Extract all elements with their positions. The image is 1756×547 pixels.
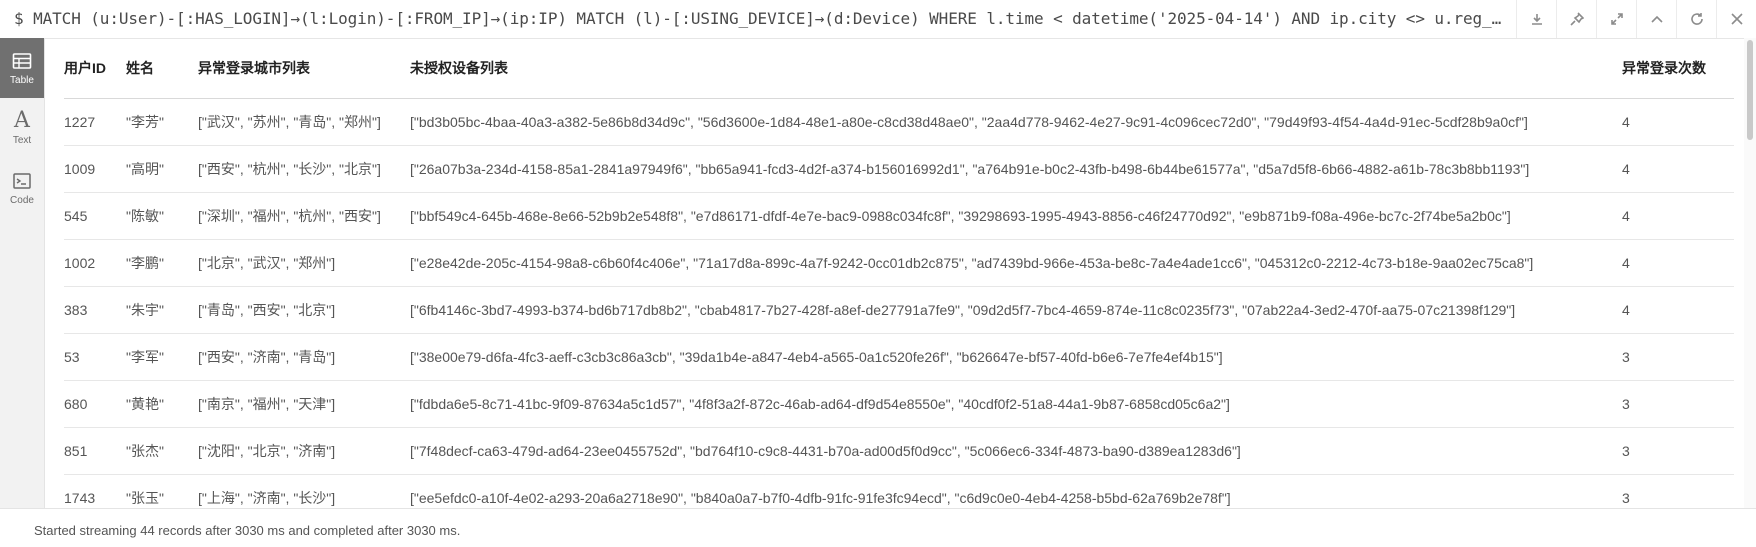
cell-cities: ["沈阳", "北京", "济南"] <box>198 427 410 475</box>
scrollbar-thumb[interactable] <box>1747 40 1753 140</box>
code-icon <box>13 172 31 189</box>
text-icon: A <box>14 108 30 133</box>
cell-name: "朱宇" <box>126 286 198 334</box>
sidebar-item-code[interactable]: Code <box>0 158 44 218</box>
cell-name: "李军" <box>126 333 198 381</box>
cell-user-id: 1743 <box>64 474 126 508</box>
cell-count: 4 <box>1622 145 1734 193</box>
cell-count: 3 <box>1622 333 1734 381</box>
cell-count: 4 <box>1622 239 1734 287</box>
download-button[interactable] <box>1516 0 1557 38</box>
column-header-count: 异常登录次数 <box>1622 38 1734 99</box>
download-icon <box>1532 14 1542 25</box>
cell-devices: ["7f48decf-ca63-479d-ad64-23ee0455752d",… <box>410 427 1622 475</box>
column-header-cities: 异常登录城市列表 <box>198 38 410 99</box>
cell-user-id: 383 <box>64 286 126 334</box>
results-table: 用户ID 姓名 异常登录城市列表 未授权设备列表 异常登录次数 1227 "李芳… <box>64 38 1734 508</box>
query-text[interactable]: $ MATCH (u:User)-[:HAS_LOGIN]→(l:Login)-… <box>14 9 1509 31</box>
collapse-button[interactable] <box>1636 0 1677 38</box>
status-bar: Started streaming 44 records after 3030 … <box>0 508 1756 547</box>
column-header-user-id: 用户ID <box>64 38 126 99</box>
cell-user-id: 1227 <box>64 98 126 146</box>
cell-name: "陈敏" <box>126 192 198 240</box>
sidebar-item-label: Table <box>10 74 34 86</box>
sidebar-item-table[interactable]: Table <box>0 38 44 98</box>
collapse-up-icon <box>1651 15 1663 23</box>
table-header-row: 用户ID 姓名 异常登录城市列表 未授权设备列表 异常登录次数 <box>64 38 1734 99</box>
cell-user-id: 545 <box>64 192 126 240</box>
sidebar-item-label: Code <box>10 194 34 206</box>
pin-icon <box>1570 12 1584 26</box>
table-row: 1227 "李芳" ["武汉", "苏州", "青岛", "郑州"] ["bd3… <box>64 98 1734 146</box>
cell-user-id: 851 <box>64 427 126 475</box>
table-row: 1002 "李鹏" ["北京", "武汉", "郑州"] ["e28e42de-… <box>64 239 1734 287</box>
cell-cities: ["武汉", "苏州", "青岛", "郑州"] <box>198 98 410 146</box>
results-table-container: 用户ID 姓名 异常登录城市列表 未授权设备列表 异常登录次数 1227 "李芳… <box>44 38 1744 508</box>
cell-devices: ["26a07b3a-234d-4158-85a1-2841a97949f6",… <box>410 145 1622 193</box>
refresh-icon <box>1691 13 1703 25</box>
close-button[interactable] <box>1716 0 1756 38</box>
cell-cities: ["西安", "杭州", "长沙", "北京"] <box>198 145 410 193</box>
sidebar-item-label: Text <box>12 135 32 146</box>
cell-devices: ["ee5efdc0-a10f-4e02-a293-20a6a2718e90",… <box>410 474 1622 508</box>
status-text: Started streaming 44 records after 3030 … <box>34 523 461 538</box>
cell-count: 4 <box>1622 98 1734 146</box>
table-row: 545 "陈敏" ["深圳", "福州", "杭州", "西安"] ["bbf5… <box>64 192 1734 240</box>
table-row: 680 "黄艳" ["南京", "福州", "天津"] ["fdbda6e5-8… <box>64 380 1734 428</box>
cell-devices: ["e28e42de-205c-4154-98a8-c6b60f4c406e",… <box>410 239 1622 287</box>
table-row: 383 "朱宇" ["青岛", "西安", "北京"] ["6fb4146c-3… <box>64 286 1734 334</box>
table-row: 1009 "高明" ["西安", "杭州", "长沙", "北京"] ["26a… <box>64 145 1734 193</box>
cell-user-id: 53 <box>64 333 126 381</box>
cell-name: "张杰" <box>126 427 198 475</box>
cell-cities: ["北京", "武汉", "郑州"] <box>198 239 410 287</box>
pin-button[interactable] <box>1556 0 1597 38</box>
view-sidebar: Table A Text Code <box>0 38 45 508</box>
table-row: 53 "李军" ["西安", "济南", "青岛"] ["38e00e79-d6… <box>64 333 1734 381</box>
cell-devices: ["38e00e79-d6fa-4fc3-aeff-c3cb3c86a3cb",… <box>410 333 1622 381</box>
cell-devices: ["fdbda6e5-8c71-41bc-9f09-87634a5c1d57",… <box>410 380 1622 428</box>
cell-count: 4 <box>1622 192 1734 240</box>
cell-user-id: 1009 <box>64 145 126 193</box>
cell-cities: ["深圳", "福州", "杭州", "西安"] <box>198 192 410 240</box>
cell-name: "李芳" <box>126 98 198 146</box>
cell-count: 3 <box>1622 380 1734 428</box>
cell-devices: ["bd3b05bc-4baa-40a3-a382-5e86b8d34d9c",… <box>410 98 1622 146</box>
table-icon <box>12 52 32 69</box>
cell-user-id: 1002 <box>64 239 126 287</box>
cell-name: "李鹏" <box>126 239 198 287</box>
cell-cities: ["青岛", "西安", "北京"] <box>198 286 410 334</box>
cell-cities: ["南京", "福州", "天津"] <box>198 380 410 428</box>
cell-devices: ["bbf549c4-645b-468e-8e66-52b9b2e548f8",… <box>410 192 1622 240</box>
cell-name: "黄艳" <box>126 380 198 428</box>
cell-count: 3 <box>1622 474 1734 508</box>
query-bar: $ MATCH (u:User)-[:HAS_LOGIN]→(l:Login)-… <box>0 0 1756 39</box>
cell-count: 3 <box>1622 427 1734 475</box>
table-row: 1743 "张玉" ["上海", "济南", "长沙"] ["ee5efdc0-… <box>64 474 1734 508</box>
cell-cities: ["上海", "济南", "长沙"] <box>198 474 410 508</box>
cell-cities: ["西安", "济南", "青岛"] <box>198 333 410 381</box>
cell-count: 4 <box>1622 286 1734 334</box>
column-header-devices: 未授权设备列表 <box>410 38 1622 99</box>
cell-name: "张玉" <box>126 474 198 508</box>
cell-devices: ["6fb4146c-3bd7-4993-b374-bd6b717db8b2",… <box>410 286 1622 334</box>
refresh-button[interactable] <box>1676 0 1717 38</box>
expand-button[interactable] <box>1596 0 1637 38</box>
vertical-scrollbar[interactable] <box>1744 38 1756 508</box>
column-header-name: 姓名 <box>126 38 198 99</box>
cell-name: "高明" <box>126 145 198 193</box>
cell-user-id: 680 <box>64 380 126 428</box>
table-row: 851 "张杰" ["沈阳", "北京", "济南"] ["7f48decf-c… <box>64 427 1734 475</box>
sidebar-item-text[interactable]: A Text <box>0 98 44 158</box>
close-icon <box>1731 13 1743 25</box>
expand-icon <box>1611 13 1623 25</box>
